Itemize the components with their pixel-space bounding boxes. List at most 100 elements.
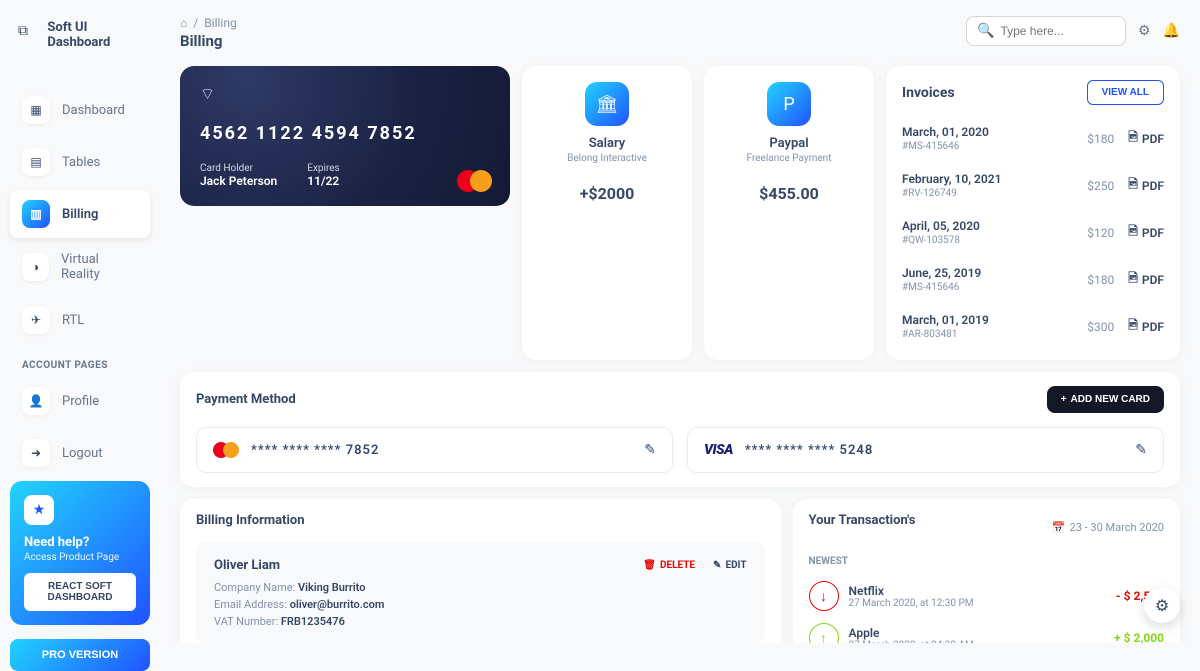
holder-label: Card Holder: [200, 163, 277, 174]
salary-amount: +$2000: [532, 184, 682, 203]
account-pages-title: ACCOUNT PAGES: [10, 348, 150, 377]
docs-button[interactable]: REACT SOFT DASHBOARD: [24, 573, 136, 611]
transactions-title: Your Transaction's: [809, 513, 916, 528]
help-card: ★ Need help? Access Product Page REACT S…: [10, 481, 150, 625]
pdf-button[interactable]: 🖻PDF: [1128, 316, 1164, 337]
pdf-button[interactable]: 🖻PDF: [1128, 128, 1164, 149]
card-number: 4562 1122 4594 7852: [200, 123, 490, 144]
pdf-icon: 🖻: [1128, 222, 1138, 243]
nav-icon: 👤: [22, 387, 50, 415]
settings-fab[interactable]: ⚙: [1144, 587, 1180, 623]
invoice-id: #MS-415646: [902, 282, 981, 293]
payment-card: VISA**** **** **** 5248✎: [687, 427, 1164, 473]
invoice-amount: $250: [1087, 179, 1114, 193]
mastercard-icon: [457, 170, 492, 192]
invoice-row: February, 10, 2021#RV-126749$250🖻PDF: [902, 166, 1164, 213]
holder-value: Jack Peterson: [200, 174, 277, 188]
pdf-button[interactable]: 🖻PDF: [1128, 269, 1164, 290]
invoice-row: March, 01, 2019#AR-803481$300🖻PDF: [902, 307, 1164, 354]
sidebar-item-virtual-reality[interactable]: ◑Virtual Reality: [10, 242, 150, 292]
pdf-button[interactable]: 🖻PDF: [1128, 222, 1164, 243]
expires-label: Expires: [307, 163, 339, 174]
logo[interactable]: ⧉ Soft UI Dashboard: [10, 20, 150, 66]
home-icon[interactable]: ⌂: [180, 16, 187, 30]
invoice-id: #AR-803481: [902, 329, 989, 340]
main: ⌂ / Billing Billing 🔍 ⚙ 🔔 ⌔ 4562 1122 45…: [160, 0, 1200, 643]
plus-icon: +: [1061, 394, 1067, 405]
payment-card: **** **** **** 7852 ✎: [196, 427, 673, 473]
brand-name: Soft UI Dashboard: [47, 20, 142, 50]
sidebar-item-rtl[interactable]: ✈RTL: [10, 296, 150, 344]
pdf-icon: 🖻: [1128, 316, 1138, 337]
nav-icon: ▦: [22, 96, 50, 124]
nav-icon: ▤: [22, 148, 50, 176]
star-icon: ★: [24, 495, 54, 525]
delete-button[interactable]: 🗑DELETE: [643, 560, 695, 571]
breadcrumb: ⌂ / Billing: [180, 16, 237, 30]
page-title: Billing: [180, 32, 237, 50]
nav-label: Logout: [62, 446, 103, 461]
transaction-name: Apple: [849, 626, 974, 640]
invoice-date: February, 10, 2021: [902, 172, 1001, 186]
nav-label: Billing: [62, 207, 98, 222]
nav-label: Tables: [62, 155, 100, 170]
bank-icon: 🏛: [585, 82, 629, 126]
invoice-date: June, 25, 2019: [902, 266, 981, 280]
add-card-button[interactable]: +ADD NEW CARD: [1047, 386, 1164, 413]
top-actions: 🔍 ⚙ 🔔: [966, 16, 1180, 46]
help-sub: Access Product Page: [24, 552, 136, 563]
pdf-button[interactable]: 🖻PDF: [1128, 175, 1164, 196]
mastercard-icon: [213, 442, 239, 458]
search-icon: 🔍: [977, 23, 994, 39]
invoice-amount: $180: [1087, 273, 1114, 287]
transaction-row: ↑Apple27 March 2020, at 04:30 AM+ $ 2,00…: [809, 617, 1164, 643]
sidebar-item-tables[interactable]: ▤ Tables: [10, 138, 150, 186]
calendar-icon: 📅: [1052, 521, 1066, 534]
pdf-icon: 🖻: [1128, 175, 1138, 196]
nav-icon: ✈: [22, 306, 50, 334]
view-all-button[interactable]: VIEW ALL: [1087, 80, 1164, 105]
billing-info-title: Billing Information: [196, 513, 765, 528]
paypal-amount: $455.00: [714, 184, 864, 203]
sidebar-item-billing[interactable]: ▥Billing: [10, 190, 150, 238]
edit-button[interactable]: ✎EDIT: [713, 560, 747, 571]
invoice-date: March, 01, 2019: [902, 313, 989, 327]
sidebar-item-logout[interactable]: ➜ Logout: [10, 429, 150, 477]
paypal-icon: P: [767, 82, 811, 126]
pdf-icon: 🖻: [1128, 128, 1138, 149]
card-number: **** **** **** 7852: [251, 443, 379, 458]
pro-button[interactable]: PRO VERSION: [10, 639, 150, 671]
gear-icon[interactable]: ⚙: [1138, 23, 1151, 39]
transaction-amount: + $ 2,000: [1114, 631, 1164, 643]
sidebar-item-dashboard[interactable]: ▦Dashboard: [10, 86, 150, 134]
bell-icon[interactable]: 🔔: [1163, 23, 1180, 39]
transactions-range: 📅23 - 30 March 2020: [1052, 521, 1164, 534]
nav-icon: ➜: [22, 439, 50, 467]
salary-card: 🏛 Salary Belong Interactive +$2000: [522, 66, 692, 360]
invoices-card: Invoices VIEW ALL March, 01, 2020#MS-415…: [886, 66, 1180, 360]
invoice-row: March, 01, 2020#MS-415646$180🖻PDF: [902, 119, 1164, 166]
transactions-card: Your Transaction's 📅23 - 30 March 2020 N…: [793, 499, 1180, 643]
invoice-amount: $120: [1087, 226, 1114, 240]
pencil-icon[interactable]: ✎: [1135, 442, 1147, 458]
gear-icon: ⚙: [1155, 596, 1169, 615]
invoices-title: Invoices: [902, 85, 955, 101]
invoice-date: March, 01, 2020: [902, 125, 989, 139]
card-number: **** **** **** 5248: [745, 443, 873, 458]
company-line: Company Name: Viking Burrito: [214, 581, 747, 594]
logo-icon: ⧉: [18, 23, 39, 47]
payment-method-card: Payment Method +ADD NEW CARD **** **** *…: [180, 372, 1180, 487]
wifi-icon: ⌔: [200, 84, 490, 104]
search-input-wrap[interactable]: 🔍: [966, 16, 1126, 46]
sidebar-item-profile[interactable]: 👤Profile: [10, 377, 150, 425]
payment-method-title: Payment Method: [196, 392, 296, 407]
topbar: ⌂ / Billing Billing 🔍 ⚙ 🔔: [180, 16, 1180, 50]
credit-card: ⌔ 4562 1122 4594 7852 Card Holder Jack P…: [180, 66, 510, 206]
paypal-title: Paypal: [714, 136, 864, 151]
vat-line: VAT Number: FRB1235476: [214, 615, 747, 628]
pencil-icon: ✎: [713, 560, 721, 571]
search-input[interactable]: [1000, 24, 1115, 38]
invoice-row: April, 05, 2020#QW-103578$120🖻PDF: [902, 213, 1164, 260]
billing-name: Oliver Liam: [214, 558, 280, 573]
pencil-icon[interactable]: ✎: [644, 442, 656, 458]
